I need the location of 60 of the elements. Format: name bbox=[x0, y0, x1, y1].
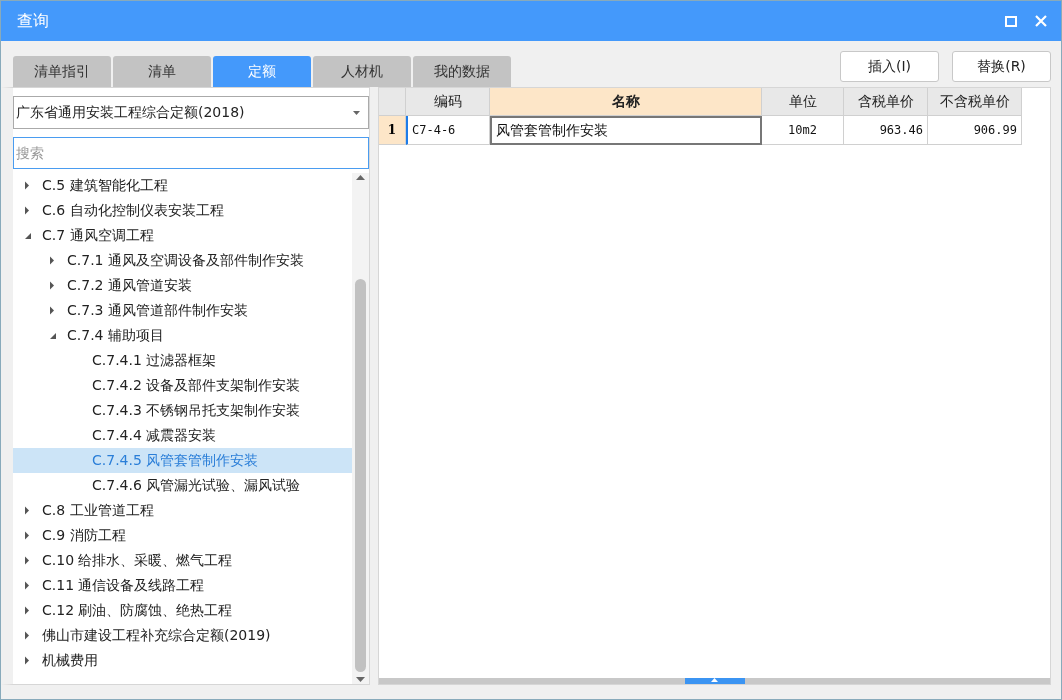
tree-item[interactable]: C.11 通信设备及线路工程 bbox=[13, 573, 352, 598]
tree-item[interactable]: C.9 消防工程 bbox=[13, 523, 352, 548]
column-header[interactable]: 不含税单价 bbox=[928, 88, 1022, 116]
collapse-arrow-icon[interactable] bbox=[24, 231, 32, 240]
table-cell: 963.46 bbox=[844, 116, 928, 145]
table-cell: 10m2 bbox=[762, 116, 844, 145]
table-cell: 906.99 bbox=[928, 116, 1022, 145]
tree-item[interactable]: C.7.4.6 风管漏光试验、漏风试验 bbox=[13, 473, 352, 498]
expand-arrow-icon[interactable] bbox=[49, 306, 55, 315]
scroll-down-arrow-icon[interactable] bbox=[356, 677, 365, 682]
tree-item[interactable]: C.10 给排水、采暖、燃气工程 bbox=[13, 548, 352, 573]
tree-item[interactable]: 佛山市建设工程补充综合定额(2019) bbox=[13, 623, 352, 648]
expand-arrow-icon[interactable] bbox=[24, 581, 30, 590]
expand-arrow-icon[interactable] bbox=[49, 256, 55, 265]
scroll-up-arrow-icon[interactable] bbox=[356, 175, 365, 180]
dropdown-caret-icon[interactable] bbox=[353, 110, 360, 115]
tree-item[interactable]: C.7.4 辅助项目 bbox=[13, 323, 352, 348]
close-icon[interactable] bbox=[1035, 15, 1047, 27]
tab[interactable]: 清单指引 bbox=[13, 56, 111, 87]
tree-item[interactable]: C.8 工业管道工程 bbox=[13, 498, 352, 523]
tree-item[interactable]: C.7.2 通风管道安装 bbox=[13, 273, 352, 298]
tree-item[interactable]: C.7.1 通风及空调设备及部件制作安装 bbox=[13, 248, 352, 273]
scrollbar[interactable] bbox=[352, 173, 369, 684]
table-cell: 风管套管制作安装 bbox=[490, 116, 762, 145]
tree-item[interactable]: 机械费用 bbox=[13, 648, 352, 673]
row-number: 1 bbox=[379, 116, 406, 145]
expand-arrow-icon[interactable] bbox=[24, 656, 30, 665]
column-header[interactable]: 单位 bbox=[762, 88, 844, 116]
column-header[interactable]: 含税单价 bbox=[844, 88, 928, 116]
tab[interactable]: 人材机 bbox=[313, 56, 411, 87]
tree-item[interactable]: C.7.4.3 不锈钢吊托支架制作安装 bbox=[13, 398, 352, 423]
tree-item[interactable]: C.7.4.1 过滤器框架 bbox=[13, 348, 352, 373]
tree-item[interactable]: C.7.3 通风管道部件制作安装 bbox=[13, 298, 352, 323]
action-button[interactable]: 替换(R) bbox=[952, 51, 1051, 82]
column-header[interactable]: 名称 bbox=[490, 88, 762, 116]
window-title: 查询 bbox=[17, 10, 50, 32]
collapse-arrow-icon[interactable] bbox=[49, 331, 57, 340]
expand-arrow-icon[interactable] bbox=[24, 181, 30, 190]
splitter-handle[interactable] bbox=[684, 678, 745, 684]
expand-arrow-icon[interactable] bbox=[49, 281, 55, 290]
search-field[interactable]: 搜索 bbox=[13, 137, 369, 169]
tree-item[interactable]: C.5 建筑智能化工程 bbox=[13, 173, 352, 198]
expand-arrow-icon[interactable] bbox=[24, 606, 30, 615]
library-dropdown[interactable]: 广东省通用安装工程综合定额(2018) bbox=[13, 96, 369, 129]
expand-arrow-icon[interactable] bbox=[24, 631, 30, 640]
tree-item[interactable]: C.7 通风空调工程 bbox=[13, 223, 352, 248]
column-header[interactable]: 编码 bbox=[406, 88, 490, 116]
tab[interactable]: 清单 bbox=[113, 56, 211, 87]
tree-item[interactable]: C.12 刷油、防腐蚀、绝热工程 bbox=[13, 598, 352, 623]
tree-item[interactable]: C.7.4.2 设备及部件支架制作安装 bbox=[13, 373, 352, 398]
table-cell: C7-4-6 bbox=[406, 116, 490, 145]
expand-arrow-icon[interactable] bbox=[24, 506, 30, 515]
expand-arrow-icon[interactable] bbox=[24, 206, 30, 215]
action-button[interactable]: 插入(I) bbox=[840, 51, 939, 82]
tab[interactable]: 我的数据 bbox=[413, 56, 511, 87]
tree-item[interactable]: C.7.4.4 减震器安装 bbox=[13, 423, 352, 448]
tree-item[interactable]: C.6 自动化控制仪表安装工程 bbox=[13, 198, 352, 223]
maximize-icon[interactable] bbox=[1005, 15, 1017, 27]
expand-arrow-icon[interactable] bbox=[24, 556, 30, 565]
expand-arrow-icon[interactable] bbox=[24, 531, 30, 540]
